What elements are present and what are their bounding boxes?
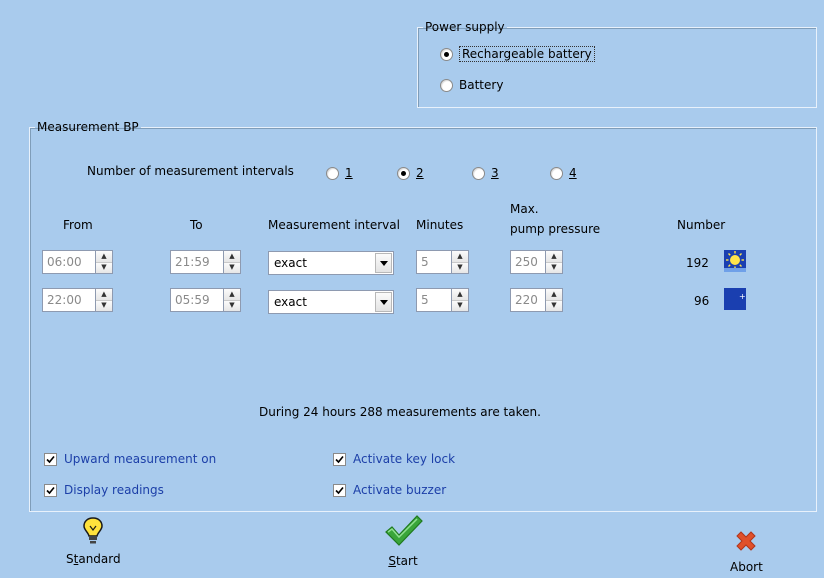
checkbox[interactable]	[44, 483, 57, 497]
radio-battery[interactable]: Battery	[440, 78, 503, 92]
minutes-stepper-night[interactable]: ▲▼	[416, 288, 469, 312]
select-value: exact	[274, 295, 307, 309]
option-label: Display readings	[64, 483, 164, 497]
power-supply-legend: Power supply	[425, 20, 505, 34]
interval-select-night[interactable]: exact	[268, 290, 394, 314]
to-time-stepper-night[interactable]: ▲▼	[170, 288, 241, 312]
header-number: Number	[677, 218, 726, 232]
spin-up-button[interactable]: ▲	[452, 289, 468, 301]
svg-text:+: +	[739, 292, 746, 301]
to-time-input[interactable]	[170, 288, 224, 312]
measurement-bp-legend: Measurement BP	[37, 120, 139, 134]
pressure-input[interactable]	[510, 250, 546, 274]
intervals-label: Number of measurement intervals	[87, 164, 294, 178]
radio-interval-2[interactable]: 2	[397, 166, 424, 180]
chevron-down-icon[interactable]	[375, 253, 392, 273]
radio-interval-1[interactable]: 1	[326, 166, 353, 180]
spin-down-button[interactable]: ▼	[224, 300, 240, 311]
radio-interval-3[interactable]: 3	[472, 166, 499, 180]
spin-up-button[interactable]: ▲	[546, 289, 562, 301]
option-label: Activate buzzer	[353, 483, 447, 497]
checkbox[interactable]	[333, 483, 346, 497]
header-pressure-line2: pump pressure	[510, 222, 601, 236]
radio-rechargeable-battery[interactable]: Rechargeable battery	[440, 46, 595, 62]
power-supply-group: Power supply	[417, 20, 817, 108]
radio-button[interactable]	[440, 78, 453, 92]
summary-text: During 24 hours 288 measurements are tak…	[259, 405, 541, 419]
spin-down-button[interactable]: ▼	[546, 300, 562, 311]
minutes-input[interactable]	[416, 288, 452, 312]
radio-label: 3	[491, 166, 499, 180]
option-upward-measurement[interactable]: Upward measurement on	[44, 452, 216, 466]
spin-down-button[interactable]: ▼	[96, 300, 112, 311]
spin-up-button[interactable]: ▲	[224, 251, 240, 263]
radio-interval-4[interactable]: 4	[550, 166, 577, 180]
to-time-input[interactable]	[170, 250, 224, 274]
header-from: From	[63, 218, 93, 232]
radio-button[interactable]	[397, 166, 410, 180]
spin-up-button[interactable]: ▲	[96, 289, 112, 301]
spin-up-button[interactable]: ▲	[452, 251, 468, 263]
header-interval: Measurement interval	[268, 218, 400, 232]
standard-button[interactable]: Standard	[66, 516, 121, 566]
radio-label: Rechargeable battery	[459, 46, 595, 62]
from-time-input[interactable]	[42, 288, 96, 312]
option-display-readings[interactable]: Display readings	[44, 483, 164, 497]
checkbox[interactable]	[44, 452, 57, 466]
spin-down-button[interactable]: ▼	[224, 262, 240, 273]
pressure-stepper-night[interactable]: ▲▼	[510, 288, 563, 312]
spin-up-button[interactable]: ▲	[546, 251, 562, 263]
header-minutes: Minutes	[416, 218, 464, 232]
spin-down-button[interactable]: ▼	[452, 300, 468, 311]
radio-label: Battery	[459, 78, 504, 92]
spin-down-button[interactable]: ▼	[546, 262, 562, 273]
from-time-stepper-night[interactable]: ▲▼	[42, 288, 113, 312]
spin-down-button[interactable]: ▼	[452, 262, 468, 273]
pressure-input[interactable]	[510, 288, 546, 312]
abort-label: Abort	[730, 560, 763, 574]
minutes-stepper-day[interactable]: ▲▼	[416, 250, 469, 274]
spin-up-button[interactable]: ▲	[96, 251, 112, 263]
interval-select-day[interactable]: exact	[268, 251, 394, 275]
header-to: To	[190, 218, 203, 232]
count-night: 96	[694, 294, 710, 308]
close-icon	[736, 531, 757, 551]
radio-label: 1	[345, 166, 353, 180]
checkbox[interactable]	[333, 452, 346, 466]
radio-button[interactable]	[326, 166, 339, 180]
radio-button[interactable]	[440, 47, 453, 61]
standard-label: Standard	[66, 552, 121, 566]
checkmark-icon	[385, 515, 423, 546]
pressure-stepper-day[interactable]: ▲▼	[510, 250, 563, 274]
sun-icon	[724, 250, 746, 272]
radio-label: 4	[569, 166, 577, 180]
from-time-input[interactable]	[42, 250, 96, 274]
spin-down-button[interactable]: ▼	[96, 262, 112, 273]
moon-icon: +	[724, 288, 746, 310]
option-label: Activate key lock	[353, 452, 456, 466]
to-time-stepper-day[interactable]: ▲▼	[170, 250, 241, 274]
from-time-stepper-day[interactable]: ▲▼	[42, 250, 113, 274]
abort-button[interactable]: Abort	[730, 528, 763, 574]
minutes-input[interactable]	[416, 250, 452, 274]
radio-button[interactable]	[472, 166, 485, 180]
option-buzzer[interactable]: Activate buzzer	[333, 483, 446, 497]
spin-up-button[interactable]: ▲	[224, 289, 240, 301]
chevron-down-icon[interactable]	[375, 292, 392, 312]
lightbulb-icon	[83, 517, 104, 544]
select-value: exact	[274, 256, 307, 270]
header-pressure-line1: Max.	[510, 202, 539, 216]
count-day: 192	[686, 256, 709, 270]
radio-label: 2	[416, 166, 424, 180]
radio-button[interactable]	[550, 166, 563, 180]
option-label: Upward measurement on	[64, 452, 217, 466]
option-key-lock[interactable]: Activate key lock	[333, 452, 455, 466]
start-label: Start	[388, 554, 418, 568]
start-button[interactable]: Start	[383, 514, 423, 568]
